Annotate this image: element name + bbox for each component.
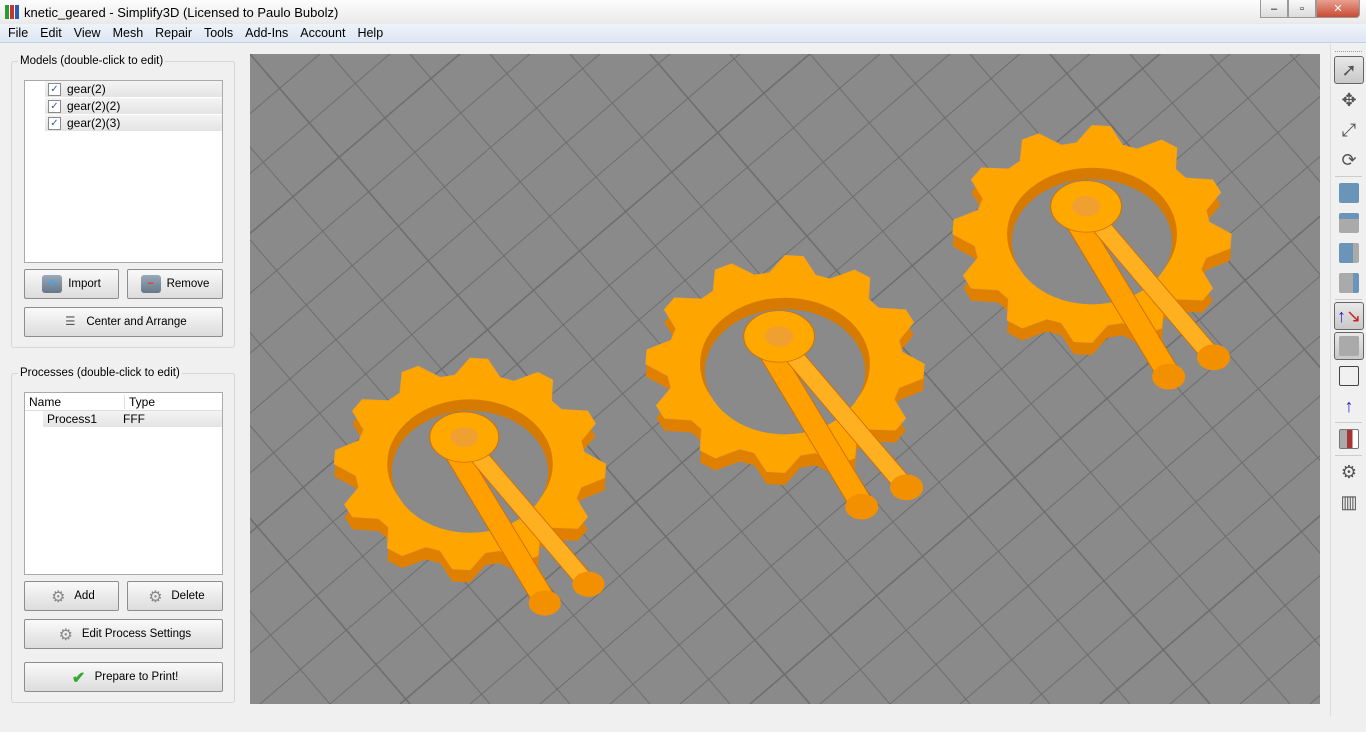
- models-list[interactable]: ✓ gear(2) ✓ gear(2)(2) ✓ gear(2)(3): [24, 80, 223, 263]
- model-name: gear(2): [67, 82, 106, 96]
- menu-view[interactable]: View: [68, 26, 107, 40]
- app-logo-icon: [5, 5, 19, 19]
- table-header: Name Type: [25, 393, 222, 411]
- gear-model[interactable]: [333, 357, 607, 616]
- column-name[interactable]: Name: [25, 394, 125, 409]
- table-row[interactable]: Process1 FFF: [43, 411, 222, 428]
- column-type[interactable]: Type: [125, 395, 155, 409]
- view-side-icon[interactable]: [1334, 269, 1364, 297]
- view-front-icon[interactable]: [1334, 209, 1364, 237]
- move-icon[interactable]: ✥: [1334, 86, 1364, 114]
- delete-button[interactable]: ⚙ Delete: [127, 581, 223, 611]
- settings-gear-icon[interactable]: ⚙: [1334, 458, 1364, 486]
- center-arrange-button[interactable]: ☰ Center and Arrange: [24, 307, 223, 337]
- menu-tools[interactable]: Tools: [198, 26, 239, 40]
- import-icon: +: [42, 275, 63, 293]
- model-checkbox[interactable]: ✓: [48, 99, 61, 113]
- solid-view-icon[interactable]: [1334, 332, 1364, 360]
- model-name: gear(2)(3): [67, 116, 121, 130]
- maximize-button[interactable]: ▫: [1288, 0, 1316, 18]
- model-item[interactable]: ✓ gear(2)(3): [45, 115, 222, 132]
- processes-group: Processes (double-click to edit) Name Ty…: [11, 367, 235, 703]
- add-gear-icon: ⚙: [51, 589, 66, 606]
- import-button[interactable]: + Import: [24, 269, 119, 299]
- remove-icon: −: [140, 275, 161, 293]
- axes-icon[interactable]: ↑ ↘: [1334, 302, 1364, 330]
- prepare-to-print-button[interactable]: ✔ Prepare to Print!: [24, 662, 223, 692]
- rotate-icon[interactable]: ⟳: [1334, 146, 1364, 174]
- gear-model[interactable]: [645, 255, 925, 520]
- menu-mesh[interactable]: Mesh: [107, 26, 150, 40]
- model-checkbox[interactable]: ✓: [48, 82, 61, 96]
- models-group: Models (double-click to edit) ✓ gear(2) ✓…: [11, 55, 235, 348]
- model-name: gear(2)(2): [67, 99, 121, 113]
- view-iso-icon[interactable]: [1334, 179, 1364, 207]
- edit-process-settings-button[interactable]: ⚙ Edit Process Settings: [24, 619, 223, 649]
- menu-repair[interactable]: Repair: [149, 26, 198, 40]
- build-plate-scene[interactable]: [250, 54, 1320, 704]
- menu-file[interactable]: File: [2, 26, 34, 40]
- scale-icon[interactable]: ⤢: [1334, 116, 1364, 144]
- window-title: knetic_geared - Simplify3D (Licensed to …: [24, 4, 339, 20]
- menu-help[interactable]: Help: [351, 26, 389, 40]
- edit-process-label: Edit Process Settings: [81, 628, 192, 640]
- settings-gears-icon: ⚙: [58, 627, 74, 644]
- gear-model[interactable]: [952, 125, 1232, 390]
- select-icon[interactable]: ➚: [1334, 56, 1364, 84]
- import-label: Import: [68, 278, 101, 290]
- menu-add-ins[interactable]: Add-Ins: [239, 26, 294, 40]
- center-arrange-label: Center and Arrange: [86, 316, 187, 328]
- processes-label: Processes (double-click to edit): [18, 367, 182, 379]
- process-type: FFF: [123, 412, 145, 426]
- 3d-viewport[interactable]: [250, 54, 1320, 704]
- view-toolbar: ➚ ✥ ⤢ ⟳ ↑ ↘ ↑ ⚙ ▥: [1330, 44, 1366, 716]
- models-label: Models (double-click to edit): [18, 55, 166, 67]
- close-button[interactable]: ✕: [1316, 0, 1360, 18]
- model-item[interactable]: ✓ gear(2): [45, 81, 222, 98]
- title-bar: knetic_geared - Simplify3D (Licensed to …: [0, 0, 1366, 24]
- remove-label: Remove: [166, 278, 210, 290]
- delete-label: Delete: [171, 590, 205, 602]
- menu-account[interactable]: Account: [294, 26, 351, 40]
- remove-button[interactable]: − Remove: [127, 269, 223, 299]
- checkmark-icon: ✔: [71, 670, 86, 687]
- delete-gear-icon: ⚙: [148, 589, 163, 606]
- add-label: Add: [74, 590, 95, 602]
- wireframe-icon[interactable]: [1334, 362, 1364, 390]
- supports-icon[interactable]: ▥: [1334, 488, 1364, 516]
- cross-section-icon[interactable]: [1334, 425, 1364, 453]
- model-item[interactable]: ✓ gear(2)(2): [45, 98, 222, 115]
- minimize-button[interactable]: –: [1260, 0, 1288, 18]
- normal-icon[interactable]: ↑: [1334, 392, 1364, 420]
- view-top-icon[interactable]: [1334, 239, 1364, 267]
- menu-edit[interactable]: Edit: [34, 26, 68, 40]
- prepare-label: Prepare to Print!: [94, 671, 179, 683]
- arrange-icon: ☰: [65, 316, 76, 328]
- model-checkbox[interactable]: ✓: [48, 116, 61, 130]
- processes-table[interactable]: Name Type Process1 FFF: [24, 392, 223, 575]
- menu-bar: File Edit View Mesh Repair Tools Add-Ins…: [0, 24, 1366, 43]
- add-button[interactable]: ⚙ Add: [24, 581, 119, 611]
- process-name: Process1: [47, 412, 98, 426]
